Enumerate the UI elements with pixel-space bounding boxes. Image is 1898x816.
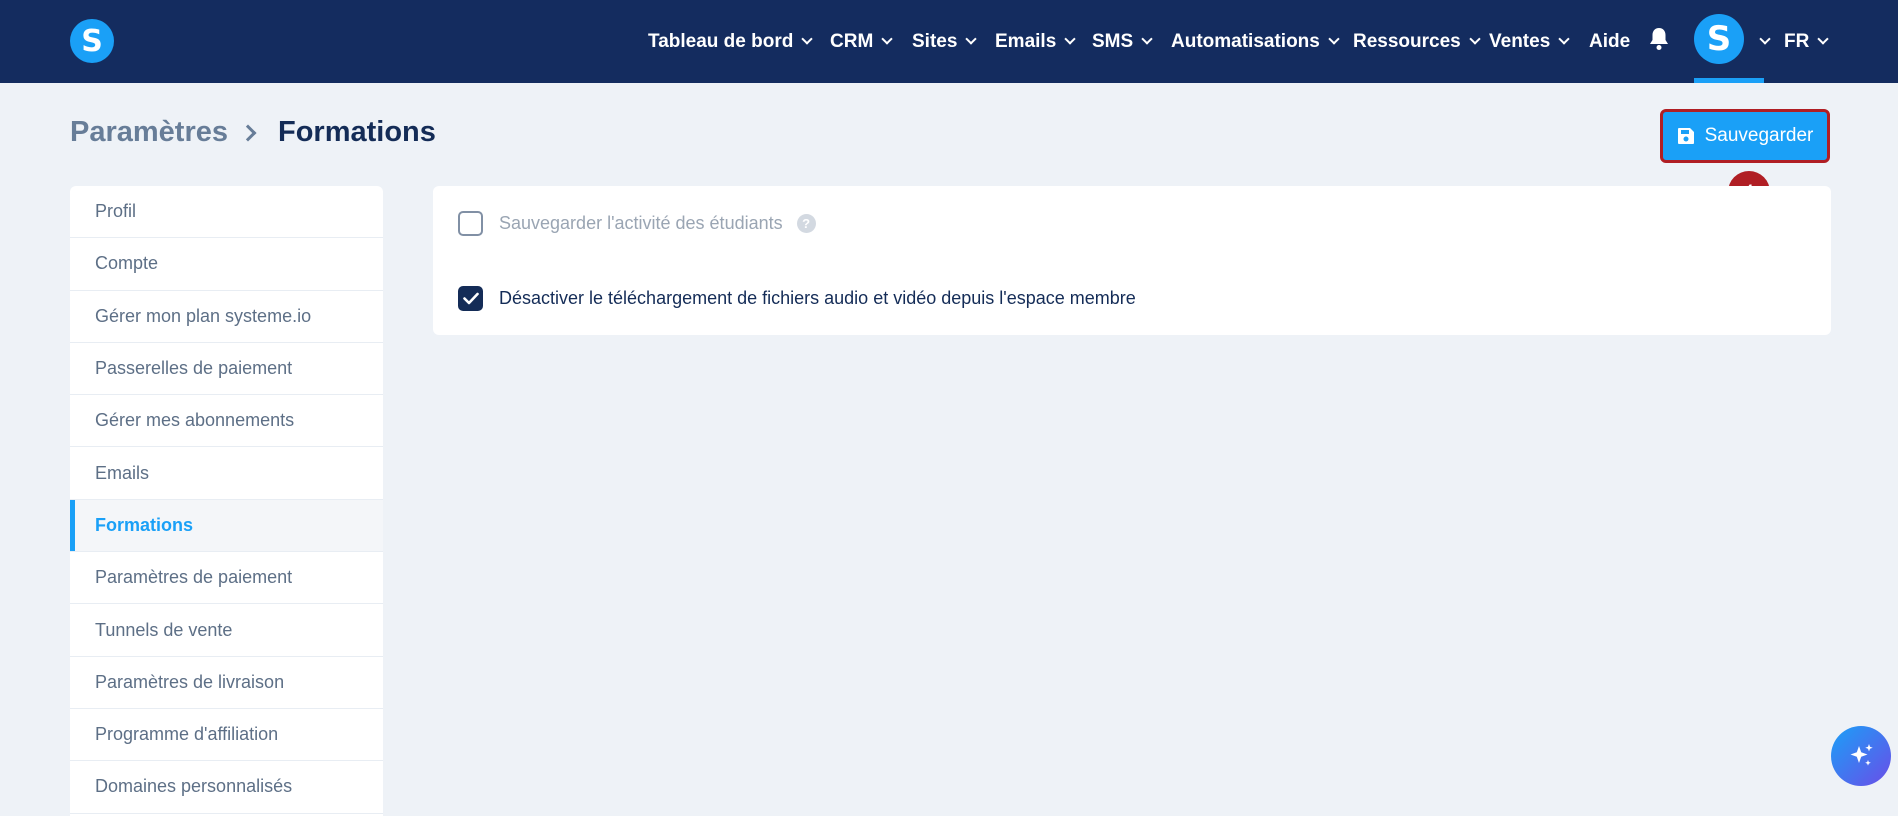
language-selector[interactable]: FR: [1784, 0, 1829, 83]
sidebar-item-label: Domaines personnalisés: [95, 776, 293, 797]
save-icon: [1677, 128, 1694, 144]
top-navbar: S Tableau de bord CRM Sites Emails SMS A…: [0, 0, 1898, 83]
sidebar-item-compte[interactable]: Compte: [70, 238, 383, 291]
chevron-down-icon: [881, 32, 893, 45]
sidebar-item-label: Formations: [95, 514, 194, 535]
chevron-down-icon: [801, 32, 814, 45]
sidebar-item-label: Paramètres de livraison: [95, 671, 285, 692]
nav-emails[interactable]: Emails: [995, 0, 1076, 83]
nav-automatisations[interactable]: Automatisations: [1171, 0, 1340, 83]
save-button-label: Sauvegarder: [1704, 125, 1814, 146]
avatar-menu-toggle[interactable]: [1751, 0, 1771, 83]
option-label: Sauvegarder l'activité des étudiants: [499, 213, 783, 233]
sidebar-item-label: Gérer mon plan systeme.io: [95, 305, 312, 326]
chevron-down-icon: [1469, 32, 1481, 45]
check-icon: [462, 292, 479, 305]
formations-settings-panel: Sauvegarder l'activité des étudiants ? D…: [433, 186, 1831, 335]
sidebar-item-emails[interactable]: Emails: [70, 447, 383, 500]
ai-assistant-button[interactable]: [1831, 726, 1891, 786]
nav-label: SMS: [1092, 30, 1134, 52]
user-avatar[interactable]: S: [1694, 14, 1744, 64]
chevron-right-icon: [239, 124, 257, 141]
nav-crm[interactable]: CRM: [830, 0, 893, 83]
sidebar-item-plan[interactable]: Gérer mon plan systeme.io: [70, 291, 383, 343]
sidebar-item-label: Emails: [95, 462, 150, 483]
settings-sidebar: Profil Compte Gérer mon plan systeme.io …: [70, 186, 383, 816]
nav-ventes[interactable]: Ventes: [1489, 0, 1570, 83]
nav-label: Ressources: [1353, 30, 1461, 52]
option-label: Désactiver le téléchargement de fichiers…: [499, 288, 1136, 308]
help-icon[interactable]: ?: [796, 214, 816, 233]
sidebar-item-abonnements[interactable]: Gérer mes abonnements: [70, 395, 383, 448]
sidebar-item-domaines[interactable]: Domaines personnalisés: [70, 761, 383, 814]
nav-label: Sites: [912, 30, 958, 52]
breadcrumb: Paramètres Formations: [70, 116, 436, 149]
sidebar-item-label: Gérer mes abonnements: [95, 410, 295, 431]
nav-label: Emails: [995, 30, 1057, 52]
page-title: Formations: [278, 116, 436, 148]
nav-label: Aide: [1589, 30, 1631, 52]
nav-ressources[interactable]: Ressources: [1353, 0, 1481, 83]
chevron-down-icon: [965, 32, 978, 45]
sidebar-item-label: Tunnels de vente: [95, 619, 233, 640]
disable-download-checkbox[interactable]: [458, 286, 483, 311]
sparkles-icon: [1850, 744, 1873, 766]
sidebar-item-label: Compte: [95, 253, 159, 274]
nav-tableau-de-bord[interactable]: Tableau de bord: [648, 0, 814, 83]
chevron-down-icon: [1759, 32, 1771, 45]
sidebar-item-affiliation[interactable]: Programme d'affiliation: [70, 709, 383, 762]
language-label: FR: [1784, 30, 1810, 52]
nav-sites[interactable]: Sites: [912, 0, 978, 83]
active-indicator: [1694, 78, 1764, 83]
nav-label: Tableau de bord: [648, 30, 794, 52]
systeme-logo[interactable]: S: [70, 19, 114, 63]
sidebar-item-label: Programme d'affiliation: [95, 724, 279, 745]
nav-label: Automatisations: [1171, 30, 1320, 52]
chevron-down-icon: [1558, 32, 1570, 45]
option-disable-download: Désactiver le téléchargement de fichiers…: [458, 286, 1136, 311]
bell-icon[interactable]: [1647, 26, 1671, 52]
sidebar-item-profil[interactable]: Profil: [70, 186, 383, 239]
chevron-down-icon: [1141, 32, 1153, 45]
sidebar-item-passerelles[interactable]: Passerelles de paiement: [70, 343, 383, 396]
chevron-down-icon: [1064, 32, 1076, 45]
student-activity-checkbox[interactable]: [458, 211, 483, 236]
save-button[interactable]: Sauvegarder: [1660, 109, 1830, 163]
sidebar-item-formations[interactable]: Formations: [70, 499, 383, 553]
nav-label: Ventes: [1489, 30, 1551, 52]
sidebar-item-livraison[interactable]: Paramètres de livraison: [70, 657, 383, 709]
option-student-activity: Sauvegarder l'activité des étudiants ?: [458, 211, 816, 236]
sidebar-item-parametres-paiement[interactable]: Paramètres de paiement: [70, 552, 383, 605]
sidebar-item-label: Passerelles de paiement: [95, 358, 293, 379]
nav-aide[interactable]: Aide: [1589, 0, 1630, 83]
nav-label: CRM: [830, 30, 874, 52]
sidebar-item-tunnels[interactable]: Tunnels de vente: [70, 604, 383, 657]
nav-sms[interactable]: SMS: [1092, 0, 1153, 83]
breadcrumb-parent[interactable]: Paramètres: [70, 116, 228, 149]
chevron-down-icon: [1817, 32, 1829, 45]
sidebar-item-label: Paramètres de paiement: [95, 567, 293, 588]
chevron-down-icon: [1328, 32, 1340, 45]
sidebar-item-label: Profil: [95, 201, 137, 222]
